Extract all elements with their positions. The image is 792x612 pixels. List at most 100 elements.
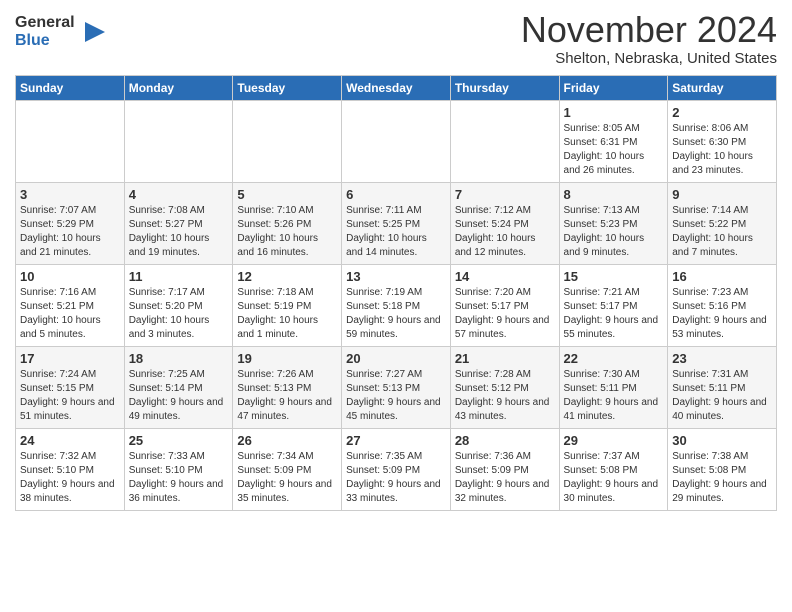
day-info: Sunrise: 7:36 AM Sunset: 5:09 PM Dayligh… — [455, 450, 555, 506]
day-info: Sunrise: 7:26 AM Sunset: 5:13 PM Dayligh… — [237, 368, 337, 424]
day-info: Sunrise: 8:05 AM Sunset: 6:31 PM Dayligh… — [564, 122, 664, 178]
calendar-cell: 22 Sunrise: 7:30 AM Sunset: 5:11 PM Dayli… — [559, 346, 668, 428]
column-header-friday: Friday — [559, 75, 668, 100]
calendar-cell: 19 Sunrise: 7:26 AM Sunset: 5:13 PM Dayli… — [233, 346, 342, 428]
day-info: Sunrise: 7:19 AM Sunset: 5:18 PM Dayligh… — [346, 286, 446, 342]
calendar-cell: 26 Sunrise: 7:34 AM Sunset: 5:09 PM Dayli… — [233, 428, 342, 510]
calendar-cell: 3 Sunrise: 7:07 AM Sunset: 5:29 PM Daylig… — [16, 182, 125, 264]
day-number: 19 — [237, 351, 337, 366]
calendar-cell: 16 Sunrise: 7:23 AM Sunset: 5:16 PM Dayli… — [668, 264, 777, 346]
day-info: Sunrise: 7:18 AM Sunset: 5:19 PM Dayligh… — [237, 286, 337, 342]
day-number: 5 — [237, 187, 337, 202]
calendar-cell: 24 Sunrise: 7:32 AM Sunset: 5:10 PM Dayli… — [16, 428, 125, 510]
day-number: 7 — [455, 187, 555, 202]
calendar-cell: 20 Sunrise: 7:27 AM Sunset: 5:13 PM Dayli… — [342, 346, 451, 428]
day-number: 2 — [672, 105, 772, 120]
day-info: Sunrise: 7:30 AM Sunset: 5:11 PM Dayligh… — [564, 368, 664, 424]
logo-icon — [77, 17, 107, 47]
day-info: Sunrise: 7:32 AM Sunset: 5:10 PM Dayligh… — [20, 450, 120, 506]
calendar-week-row: 17 Sunrise: 7:24 AM Sunset: 5:15 PM Dayli… — [16, 346, 777, 428]
calendar-cell — [16, 100, 125, 182]
calendar-cell: 21 Sunrise: 7:28 AM Sunset: 5:12 PM Dayli… — [450, 346, 559, 428]
day-info: Sunrise: 7:16 AM Sunset: 5:21 PM Dayligh… — [20, 286, 120, 342]
column-header-wednesday: Wednesday — [342, 75, 451, 100]
calendar-cell: 5Sunrise: 7:10 AM Sunset: 5:26 PM Daylig… — [233, 182, 342, 264]
calendar-cell: 13 Sunrise: 7:19 AM Sunset: 5:18 PM Dayli… — [342, 264, 451, 346]
day-number: 13 — [346, 269, 446, 284]
day-info: Sunrise: 7:38 AM Sunset: 5:08 PM Dayligh… — [672, 450, 772, 506]
day-info: Sunrise: 7:11 AM Sunset: 5:25 PM Dayligh… — [346, 204, 446, 260]
day-info: Sunrise: 7:21 AM Sunset: 5:17 PM Dayligh… — [564, 286, 664, 342]
day-number: 16 — [672, 269, 772, 284]
day-number: 30 — [672, 433, 772, 448]
column-header-monday: Monday — [124, 75, 233, 100]
day-number: 6 — [346, 187, 446, 202]
calendar-cell: 18 Sunrise: 7:25 AM Sunset: 5:14 PM Dayli… — [124, 346, 233, 428]
calendar-cell: 1 Sunrise: 8:05 AM Sunset: 6:31 PM Daylig… — [559, 100, 668, 182]
day-number: 11 — [129, 269, 229, 284]
day-number: 9 — [672, 187, 772, 202]
day-number: 17 — [20, 351, 120, 366]
day-info: Sunrise: 7:28 AM Sunset: 5:12 PM Dayligh… — [455, 368, 555, 424]
calendar-cell: 9Sunrise: 7:14 AM Sunset: 5:22 PM Daylig… — [668, 182, 777, 264]
day-number: 26 — [237, 433, 337, 448]
day-number: 18 — [129, 351, 229, 366]
day-number: 8 — [564, 187, 664, 202]
day-info: Sunrise: 7:23 AM Sunset: 5:16 PM Dayligh… — [672, 286, 772, 342]
calendar-cell — [233, 100, 342, 182]
location: Shelton, Nebraska, United States — [521, 50, 777, 67]
column-header-saturday: Saturday — [668, 75, 777, 100]
day-info: Sunrise: 7:27 AM Sunset: 5:13 PM Dayligh… — [346, 368, 446, 424]
calendar-cell: 2Sunrise: 8:06 AM Sunset: 6:30 PM Daylig… — [668, 100, 777, 182]
calendar-cell: 11 Sunrise: 7:17 AM Sunset: 5:20 PM Dayli… — [124, 264, 233, 346]
day-info: Sunrise: 7:34 AM Sunset: 5:09 PM Dayligh… — [237, 450, 337, 506]
day-number: 22 — [564, 351, 664, 366]
day-number: 12 — [237, 269, 337, 284]
calendar-cell — [450, 100, 559, 182]
day-info: Sunrise: 7:35 AM Sunset: 5:09 PM Dayligh… — [346, 450, 446, 506]
day-number: 10 — [20, 269, 120, 284]
calendar-cell: 12 Sunrise: 7:18 AM Sunset: 5:19 PM Dayli… — [233, 264, 342, 346]
day-number: 20 — [346, 351, 446, 366]
day-info: Sunrise: 7:17 AM Sunset: 5:20 PM Dayligh… — [129, 286, 229, 342]
day-number: 1 — [564, 105, 664, 120]
calendar-cell: 28 Sunrise: 7:36 AM Sunset: 5:09 PM Dayli… — [450, 428, 559, 510]
day-number: 29 — [564, 433, 664, 448]
day-info: Sunrise: 7:12 AM Sunset: 5:24 PM Dayligh… — [455, 204, 555, 260]
calendar-cell: 4Sunrise: 7:08 AM Sunset: 5:27 PM Daylig… — [124, 182, 233, 264]
day-info: Sunrise: 7:33 AM Sunset: 5:10 PM Dayligh… — [129, 450, 229, 506]
calendar-cell: 7 Sunrise: 7:12 AM Sunset: 5:24 PM Daylig… — [450, 182, 559, 264]
logo-blue-text: Blue — [15, 32, 75, 50]
calendar-table: SundayMondayTuesdayWednesdayThursdayFrid… — [15, 75, 777, 511]
column-header-thursday: Thursday — [450, 75, 559, 100]
day-info: Sunrise: 7:24 AM Sunset: 5:15 PM Dayligh… — [20, 368, 120, 424]
page-header: General Blue November 2024 Shelton, Nebr… — [15, 10, 777, 67]
calendar-cell: 6 Sunrise: 7:11 AM Sunset: 5:25 PM Daylig… — [342, 182, 451, 264]
month-title: November 2024 — [521, 10, 777, 50]
day-number: 15 — [564, 269, 664, 284]
calendar-cell: 27 Sunrise: 7:35 AM Sunset: 5:09 PM Dayli… — [342, 428, 451, 510]
calendar-week-row: 24 Sunrise: 7:32 AM Sunset: 5:10 PM Dayli… — [16, 428, 777, 510]
calendar-week-row: 10 Sunrise: 7:16 AM Sunset: 5:21 PM Dayli… — [16, 264, 777, 346]
calendar-cell: 10 Sunrise: 7:16 AM Sunset: 5:21 PM Dayli… — [16, 264, 125, 346]
day-info: Sunrise: 7:25 AM Sunset: 5:14 PM Dayligh… — [129, 368, 229, 424]
column-header-sunday: Sunday — [16, 75, 125, 100]
calendar-cell: 17 Sunrise: 7:24 AM Sunset: 5:15 PM Dayli… — [16, 346, 125, 428]
day-info: Sunrise: 7:08 AM Sunset: 5:27 PM Dayligh… — [129, 204, 229, 260]
day-number: 28 — [455, 433, 555, 448]
calendar-cell: 15 Sunrise: 7:21 AM Sunset: 5:17 PM Dayli… — [559, 264, 668, 346]
day-info: Sunrise: 7:37 AM Sunset: 5:08 PM Dayligh… — [564, 450, 664, 506]
calendar-cell: 14Sunrise: 7:20 AM Sunset: 5:17 PM Dayli… — [450, 264, 559, 346]
day-number: 3 — [20, 187, 120, 202]
logo-general-text: General — [15, 14, 75, 32]
day-info: Sunrise: 7:07 AM Sunset: 5:29 PM Dayligh… — [20, 204, 120, 260]
day-number: 25 — [129, 433, 229, 448]
column-header-tuesday: Tuesday — [233, 75, 342, 100]
day-number: 14 — [455, 269, 555, 284]
calendar-header-row: SundayMondayTuesdayWednesdayThursdayFrid… — [16, 75, 777, 100]
day-number: 21 — [455, 351, 555, 366]
day-number: 27 — [346, 433, 446, 448]
day-info: Sunrise: 7:13 AM Sunset: 5:23 PM Dayligh… — [564, 204, 664, 260]
calendar-cell — [124, 100, 233, 182]
day-number: 24 — [20, 433, 120, 448]
